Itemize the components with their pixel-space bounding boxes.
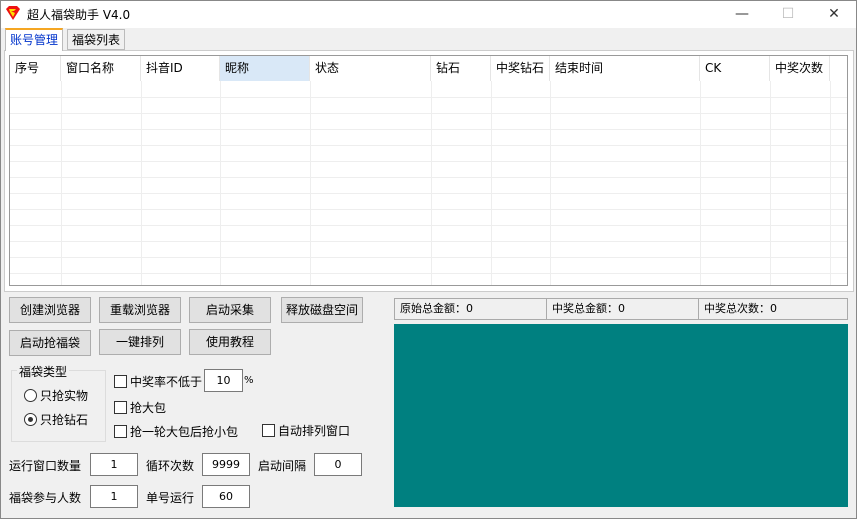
bag-type-label: 福袋类型	[17, 363, 70, 380]
win-rate-label: 中奖率不低于	[130, 375, 203, 389]
grid-line	[310, 81, 311, 285]
grid-line	[700, 81, 701, 285]
percent-unit: %	[244, 375, 254, 386]
column-header[interactable]: 抖音ID	[141, 56, 220, 81]
reload-browser-button[interactable]: 重载浏览器	[99, 297, 181, 323]
grid-line	[10, 97, 847, 98]
tutorial-button[interactable]: 使用教程	[189, 329, 271, 355]
participants-input[interactable]: 1	[90, 485, 138, 508]
big-bag-label: 抢大包	[130, 401, 167, 415]
big-bag-checkbox[interactable]	[114, 401, 127, 414]
minimize-button[interactable]: —	[719, 1, 765, 28]
window-count-input[interactable]: 1	[90, 453, 138, 476]
single-run-input[interactable]: 60	[202, 485, 250, 508]
column-header[interactable]: 序号	[10, 56, 61, 81]
grid-line	[61, 81, 62, 285]
account-table[interactable]: 序号 窗口名称 抖音ID 昵称 状态 钻石 中奖钻石 结束时间 CK 中奖次数	[9, 55, 848, 286]
grid-line	[10, 177, 847, 178]
participants-label: 福袋参与人数	[9, 491, 82, 505]
start-collect-button[interactable]: 启动采集	[189, 297, 271, 323]
grid-line	[10, 161, 847, 162]
window-title: 超人福袋助手 V4.0	[27, 8, 131, 22]
grid-line	[10, 145, 847, 146]
grid-line	[10, 241, 847, 242]
radio-diamond[interactable]	[24, 413, 37, 426]
grid-line	[491, 81, 492, 285]
create-browser-button[interactable]: 创建浏览器	[9, 297, 91, 323]
win-total-amount: 中奖总金额：0	[546, 298, 699, 320]
maximize-button[interactable]: ☐	[765, 1, 811, 28]
interval-input[interactable]: 0	[314, 453, 362, 476]
grid-line	[220, 81, 221, 285]
auto-arrange-checkbox[interactable]	[262, 424, 275, 437]
column-header[interactable]: 中奖次数	[770, 56, 830, 81]
grid-line	[10, 129, 847, 130]
column-header[interactable]: 窗口名称	[61, 56, 141, 81]
log-panel	[394, 324, 848, 507]
grid-line	[830, 81, 831, 285]
arrange-button[interactable]: 一键排列	[99, 329, 181, 355]
loop-count-label: 循环次数	[146, 459, 195, 473]
loop-count-input[interactable]: 9999	[202, 453, 250, 476]
title-bar: 超人福袋助手 V4.0 — ☐ ✕	[1, 1, 856, 28]
column-header[interactable]: 状态	[310, 56, 431, 81]
start-grab-button[interactable]: 启动抢福袋	[9, 330, 91, 356]
radio-diamond-label[interactable]: 只抢钻石	[40, 411, 88, 428]
column-header[interactable]: 钻石	[431, 56, 491, 81]
win-total-count: 中奖总次数：0	[698, 298, 848, 320]
close-button[interactable]: ✕	[811, 1, 857, 28]
free-disk-button[interactable]: 释放磁盘空间	[281, 297, 363, 323]
grid-line	[10, 209, 847, 210]
win-rate-input[interactable]: 10	[204, 369, 243, 392]
interval-label: 启动间隔	[258, 459, 307, 473]
grid-line	[10, 257, 847, 258]
radio-physical-label[interactable]: 只抢实物	[40, 387, 88, 404]
grid-line	[10, 193, 847, 194]
grid-line	[550, 81, 551, 285]
grid-line	[10, 113, 847, 114]
big-then-small-label: 抢一轮大包后抢小包	[130, 425, 239, 439]
win-rate-checkbox[interactable]	[114, 375, 127, 388]
column-header[interactable]: 结束时间	[550, 56, 700, 81]
auto-arrange-label: 自动排列窗口	[278, 424, 351, 438]
single-run-label: 单号运行	[146, 491, 195, 505]
grid-line	[141, 81, 142, 285]
radio-physical[interactable]	[24, 389, 37, 402]
tab-account-management[interactable]: 账号管理	[5, 28, 64, 51]
superman-logo-icon	[6, 6, 20, 20]
grid-line	[10, 273, 847, 274]
tab-bag-list[interactable]: 福袋列表	[67, 29, 126, 50]
grid-line	[770, 81, 771, 285]
grid-line	[431, 81, 432, 285]
original-total-amount: 原始总金额：0	[394, 298, 547, 320]
column-header[interactable]: 中奖钻石	[491, 56, 550, 81]
bag-type-group	[11, 370, 106, 442]
big-then-small-checkbox[interactable]	[114, 425, 127, 438]
window-count-label: 运行窗口数量	[9, 459, 82, 473]
column-header[interactable]: CK	[700, 56, 770, 81]
column-header[interactable]: 昵称	[220, 56, 310, 81]
grid-line	[10, 225, 847, 226]
